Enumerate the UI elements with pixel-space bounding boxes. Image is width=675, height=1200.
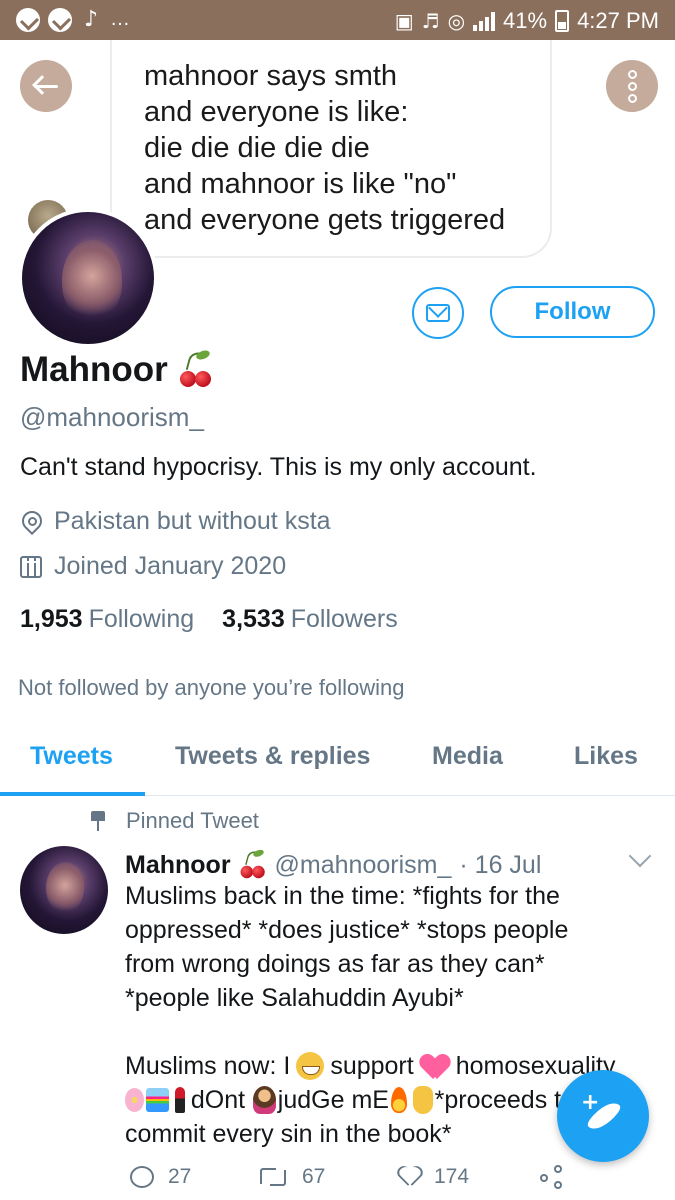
reply-icon: [130, 1166, 154, 1188]
pinned-label-text: Pinned Tweet: [126, 808, 259, 833]
location-text: Pakistan but without ksta: [54, 507, 331, 535]
compose-tweet-button[interactable]: +: [557, 1070, 649, 1162]
rainbow-emoji-icon: [146, 1088, 170, 1112]
message-button[interactable]: [412, 287, 464, 339]
lock-icon: ▣: [394, 9, 414, 33]
tweet-author-name[interactable]: Mahnoor: [125, 851, 231, 880]
battery-percent: 41%: [503, 8, 548, 33]
woman-gesturing-no-emoji-icon: [253, 1086, 276, 1114]
retweet-button[interactable]: 67: [258, 1165, 325, 1189]
envelope-icon: [426, 304, 450, 322]
back-button[interactable]: [20, 60, 72, 112]
cherry-blossom-emoji-icon: [125, 1088, 145, 1112]
tweet-text-line: dOnt judGe mE *proceeds to: [125, 1083, 575, 1117]
followers-link[interactable]: 3,533 Followers: [222, 605, 398, 634]
follow-button[interactable]: Follow: [490, 286, 655, 338]
more-options-button[interactable]: [606, 60, 658, 112]
retweet-count: 67: [302, 1165, 326, 1188]
more-notifications-icon: …: [110, 8, 132, 30]
banner-speech-bubble: mahnoor says smth and everyone is like: …: [110, 40, 552, 258]
tweet-text-fragment: judGe mE: [277, 1086, 389, 1114]
profile-handle: @mahnoorism_: [20, 402, 204, 432]
pushpin-icon: [90, 810, 106, 832]
follow-counts: 1,953 Following 3,533 Followers: [20, 605, 398, 634]
banner-text-line: and everyone gets triggered: [144, 204, 506, 236]
tweet-text-fragment: *proceeds to: [434, 1086, 575, 1114]
like-button[interactable]: 174: [398, 1165, 469, 1189]
more-vertical-icon: [627, 69, 637, 79]
share-button[interactable]: [540, 1165, 566, 1191]
heart-icon: [398, 1167, 420, 1187]
wifi-icon: ◎: [447, 9, 466, 33]
tweet-text-line: *people like Salahuddin Ayubi*: [125, 984, 464, 1012]
tweet-text-fragment: dOnt: [190, 1086, 246, 1114]
banner-text-line: and mahnoor is like "no": [144, 168, 457, 200]
clock: 4:27 PM: [577, 8, 659, 33]
chevron-down-icon[interactable]: [628, 844, 652, 868]
retweet-icon: [258, 1168, 288, 1186]
reply-button[interactable]: 27: [130, 1165, 191, 1189]
profile-avatar[interactable]: [18, 208, 158, 348]
reply-count: 27: [168, 1165, 192, 1188]
grinning-face-emoji-icon: [296, 1052, 325, 1080]
profile-name: Mahnoor: [20, 348, 214, 390]
tab-tweets[interactable]: Tweets: [30, 742, 113, 771]
like-count: 174: [434, 1165, 470, 1188]
following-label: Following: [88, 605, 195, 633]
profile-tabs: Tweets Tweets & replies Media Likes: [0, 720, 675, 796]
tweet-text-fragment: support: [330, 1052, 414, 1080]
battery-icon: [555, 10, 570, 32]
tweet-text-fragment: Muslims now: I: [125, 1052, 291, 1080]
tweet-date: · 16 Jul: [459, 850, 542, 879]
chat-app-icon: [16, 7, 40, 32]
following-link[interactable]: 1,953 Following: [20, 605, 194, 634]
cherry-emoji-icon: [239, 848, 265, 880]
joined-text: Joined January 2020: [54, 552, 287, 580]
system-icons: ▣ ♬ ◎ 41% 4:27 PM: [395, 8, 659, 34]
not-followed-notice: Not followed by anyone you’re following: [18, 675, 405, 700]
profile-location: Pakistan but without ksta: [20, 507, 331, 536]
mute-icon: ♬: [421, 9, 440, 33]
cherry-emoji-icon: [178, 348, 214, 389]
profile-name-text: Mahnoor: [20, 350, 168, 389]
lipstick-emoji-icon: [175, 1087, 185, 1113]
tweet-avatar[interactable]: [20, 846, 108, 934]
tweet-text-line: oppressed* *does justice* *stops people: [125, 916, 569, 944]
tab-media[interactable]: Media: [432, 742, 503, 771]
banner-text-line: die die die die die: [144, 132, 370, 164]
fire-emoji-icon: [390, 1087, 408, 1113]
tab-likes[interactable]: Likes: [574, 742, 638, 771]
tiktok-icon: ♪: [83, 7, 99, 32]
location-pin-icon: [20, 511, 42, 533]
share-icon: [540, 1165, 566, 1191]
signal-icon: [473, 11, 496, 31]
notification-icons: ♪ …: [16, 7, 132, 32]
tab-tweets-replies[interactable]: Tweets & replies: [175, 742, 370, 771]
sparkling-heart-emoji-icon: [420, 1053, 450, 1079]
banner-text-line: mahnoor says smth: [144, 60, 398, 92]
profile-joined: Joined January 2020: [20, 552, 286, 581]
active-tab-indicator: [0, 792, 145, 796]
messenger-icon: [48, 7, 72, 32]
banner-text-line: and everyone is like:: [144, 96, 409, 128]
tweet-text-line: from wrong doings as far as they can*: [125, 950, 545, 978]
profile-bio: Can't stand hypocrisy. This is my only a…: [20, 453, 537, 481]
tweet-author-handle[interactable]: @mahnoorism_: [275, 851, 452, 880]
followers-label: Followers: [290, 605, 398, 633]
raised-hand-emoji-icon: [413, 1086, 433, 1114]
tweet-text-line: Muslims back in the time: *fights for th…: [125, 882, 560, 910]
status-bar: ♪ … ▣ ♬ ◎ 41% 4:27 PM: [0, 0, 675, 40]
calendar-icon: [20, 555, 42, 578]
following-count: 1,953: [20, 605, 83, 633]
pinned-tweet-label: Pinned Tweet: [90, 808, 259, 834]
followers-count: 3,533: [222, 605, 285, 633]
